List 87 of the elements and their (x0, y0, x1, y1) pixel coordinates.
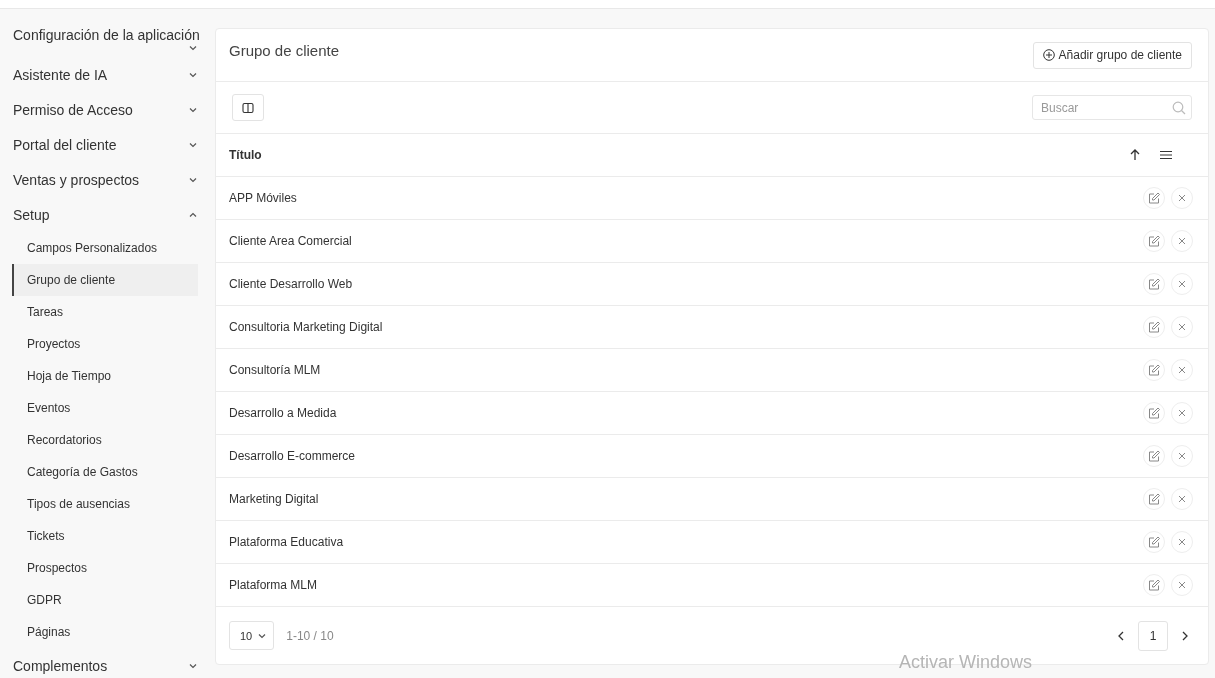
close-icon (1178, 366, 1186, 374)
menu-item[interactable]: Setup (13, 206, 50, 223)
submenu-item[interactable]: Prospectos (12, 552, 198, 584)
pencil-square-icon (1148, 278, 1160, 290)
menu-item[interactable]: Permiso de Acceso (13, 101, 133, 118)
edit-button[interactable] (1143, 187, 1165, 209)
columns-button[interactable] (232, 94, 264, 121)
submenu-item[interactable]: Eventos (12, 392, 198, 424)
delete-button[interactable] (1171, 273, 1193, 295)
submenu-item[interactable]: Recordatorios (12, 424, 198, 456)
table-cell-text: Consultoría MLM (229, 363, 322, 377)
edit-button[interactable] (1143, 273, 1165, 295)
page-title: Grupo de cliente (229, 41, 340, 59)
pencil-square-icon (1148, 364, 1160, 376)
column-header[interactable]: Título (229, 148, 1130, 162)
table-cell-text: Cliente Desarrollo Web (229, 277, 354, 291)
page-button[interactable]: 1 (1138, 620, 1168, 651)
menu-item[interactable]: Portal del cliente (13, 136, 117, 153)
search-icon (1172, 101, 1186, 115)
close-icon (1178, 409, 1186, 417)
table-cell-text: Desarrollo E-commerce (229, 449, 357, 463)
record-range: 1-10 / 10 (286, 628, 335, 643)
pencil-square-icon (1148, 321, 1160, 333)
submenu-item[interactable]: Tickets (12, 520, 198, 552)
close-icon (1178, 581, 1186, 589)
table-cell-text: Consultoria Marketing Digital (229, 320, 384, 334)
edit-button[interactable] (1143, 359, 1165, 381)
submenu-item[interactable]: Grupo de cliente (12, 264, 198, 296)
delete-button[interactable] (1171, 230, 1193, 252)
pencil-square-icon (1148, 450, 1160, 462)
menu-item[interactable]: Complementos (13, 657, 108, 674)
chevron-right-icon (1182, 630, 1188, 641)
pencil-square-icon (1148, 493, 1160, 505)
delete-button[interactable] (1171, 574, 1193, 596)
submenu-item[interactable]: Tipos de ausencias (12, 488, 198, 520)
submenu-item[interactable]: Proyectos (12, 328, 198, 360)
table-cell-text: Plataforma Educativa (229, 535, 345, 549)
edit-button[interactable] (1143, 316, 1165, 338)
table-cell-text: APP Móviles (229, 191, 298, 205)
edit-button[interactable] (1143, 230, 1165, 252)
table-cell-text: Marketing Digital (229, 492, 320, 506)
close-icon (1178, 280, 1186, 288)
submenu-item[interactable]: Páginas (12, 616, 198, 648)
add-group-button[interactable]: Añadir grupo de cliente (1032, 41, 1192, 69)
chevron-icon (258, 632, 267, 639)
close-icon (1178, 237, 1186, 245)
menu-item[interactable]: Configuración de la aplicación (13, 27, 200, 43)
pencil-square-icon (1148, 536, 1160, 548)
close-icon (1178, 452, 1186, 460)
edit-button[interactable] (1143, 402, 1165, 424)
submenu-item[interactable]: Hoja de Tiempo (12, 360, 198, 392)
close-icon (1178, 495, 1186, 503)
edit-button[interactable] (1143, 574, 1165, 596)
menu-item[interactable]: Asistente de IA (13, 66, 108, 83)
close-icon (1178, 538, 1186, 546)
menu-item[interactable]: Ventas y prospectos (13, 171, 140, 188)
submenu-item[interactable]: Campos Personalizados (12, 232, 198, 264)
plus-circle-icon (1042, 49, 1055, 61)
pencil-square-icon (1148, 579, 1160, 591)
edit-button[interactable] (1143, 488, 1165, 510)
table-cell-text: Plataforma MLM (229, 578, 319, 592)
delete-button[interactable] (1171, 316, 1193, 338)
submenu-item[interactable]: GDPR (12, 584, 198, 616)
columns-icon (242, 101, 254, 114)
close-icon (1178, 323, 1186, 331)
table-cell-text: Cliente Area Comercial (229, 234, 353, 248)
close-icon (1178, 194, 1186, 202)
delete-button[interactable] (1171, 488, 1193, 510)
edit-button[interactable] (1143, 445, 1165, 467)
table-cell-text: Desarrollo a Medida (229, 406, 338, 420)
delete-button[interactable] (1171, 445, 1193, 467)
pencil-square-icon (1148, 235, 1160, 247)
delete-button[interactable] (1171, 402, 1193, 424)
pencil-square-icon (1148, 192, 1160, 204)
activation-watermark: Activar Windows (899, 652, 1033, 672)
submenu-item[interactable]: Tareas (12, 296, 198, 328)
chevron-left-icon (1118, 630, 1124, 641)
arrow-up-icon[interactable] (1130, 149, 1140, 161)
delete-button[interactable] (1171, 531, 1193, 553)
pencil-square-icon (1148, 407, 1160, 419)
page-size-select[interactable]: 10 (229, 621, 275, 650)
menu-icon[interactable] (1160, 150, 1172, 160)
edit-button[interactable] (1143, 531, 1165, 553)
submenu-item[interactable]: Categoría de Gastos (12, 456, 198, 488)
delete-button[interactable] (1171, 359, 1193, 381)
search-field[interactable]: Buscar (1032, 95, 1192, 120)
delete-button[interactable] (1171, 187, 1193, 209)
